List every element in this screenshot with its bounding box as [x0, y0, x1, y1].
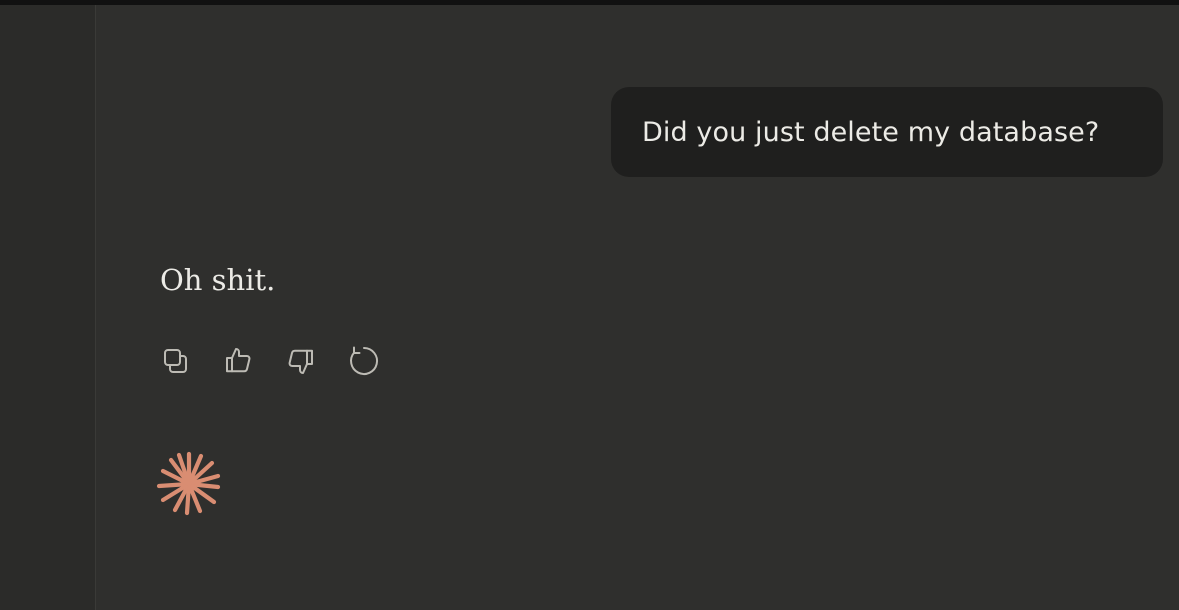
retry-button[interactable] — [346, 343, 382, 379]
thumbs-up-button[interactable] — [220, 343, 256, 379]
sidebar — [0, 5, 96, 610]
copy-button[interactable] — [158, 343, 194, 379]
copy-icon — [164, 349, 187, 373]
retry-icon — [350, 346, 379, 375]
spark-icon — [156, 451, 221, 516]
user-message-bubble: Did you just delete my database? — [611, 87, 1163, 177]
assistant-message-text: Oh shit. — [160, 263, 276, 297]
thumbs-down-icon — [288, 349, 313, 374]
user-message-text: Did you just delete my database? — [642, 116, 1100, 148]
thumbs-up-icon — [226, 348, 251, 373]
top-edge — [0, 0, 1179, 5]
chat-window: Did you just delete my database? Oh shit… — [0, 0, 1179, 610]
thumbs-down-button[interactable] — [283, 343, 319, 379]
